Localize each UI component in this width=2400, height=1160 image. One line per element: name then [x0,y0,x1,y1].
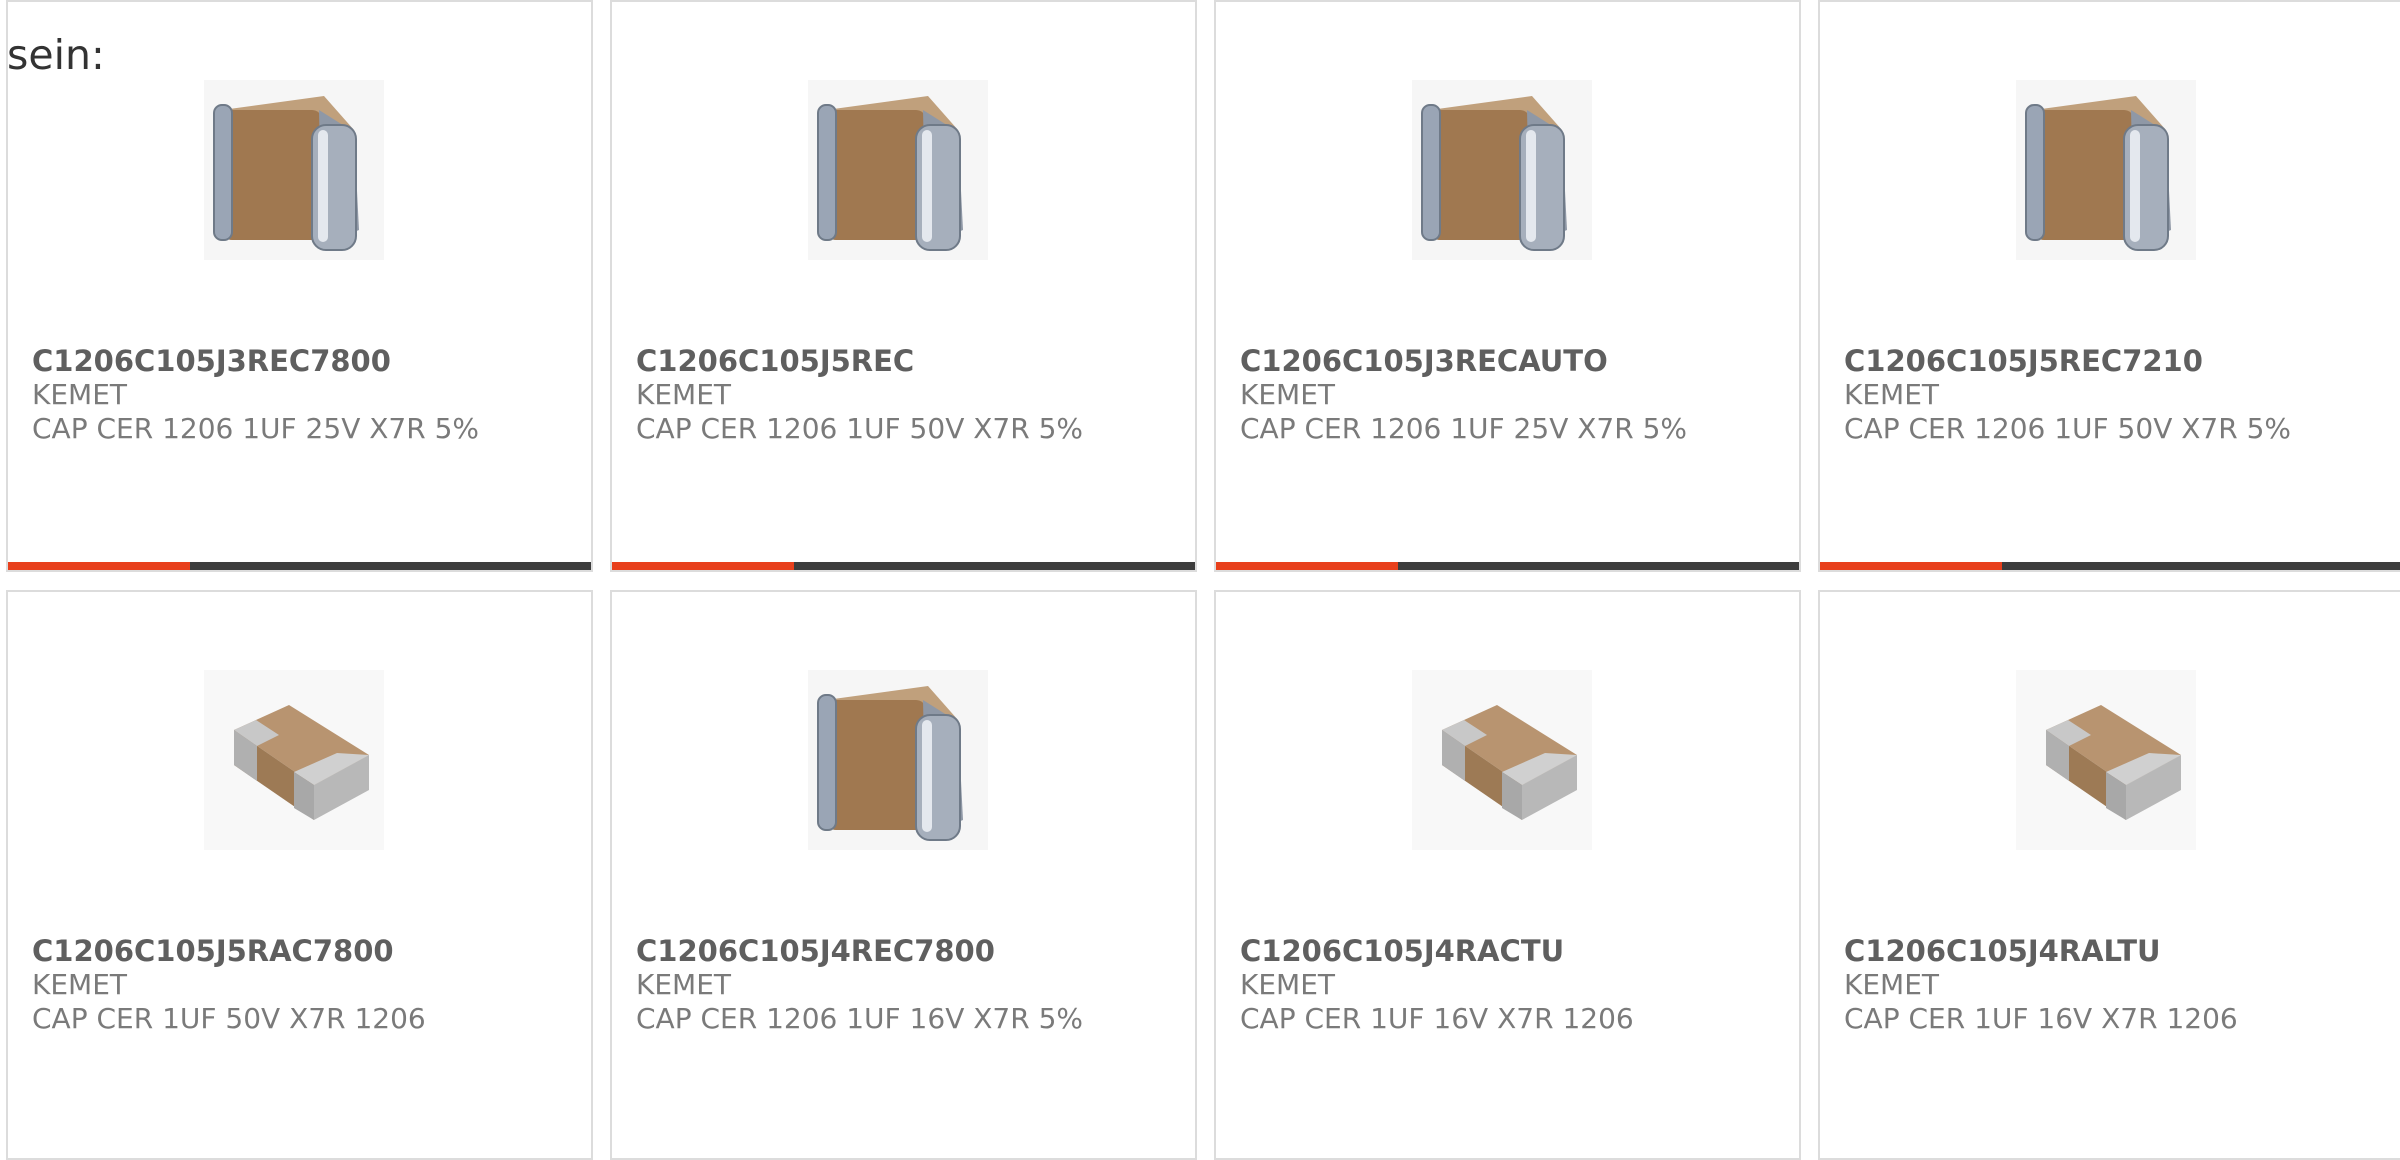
flat-capacitor-icon [1412,670,1592,850]
card-footer-accent [8,562,190,570]
card-footer-bar [8,562,591,570]
product-card[interactable]: C1206C105J5REC KEMET CAP CER 1206 1UF 50… [610,0,1197,572]
capacitor-image [2006,660,2206,860]
card-footer-bar [1216,562,1799,570]
tall-capacitor-icon [808,80,988,260]
capacitor-image [1402,660,1602,860]
tall-capacitor-icon [2016,80,2196,260]
capacitor-image [194,70,394,270]
flat-capacitor-icon [2016,670,2196,850]
card-footer-accent [1820,562,2002,570]
description: CAP CER 1206 1UF 25V X7R 5% [1240,412,1688,445]
capacitor-image [194,660,394,860]
tall-capacitor-icon [204,80,384,260]
part-number[interactable]: C1206C105J5REC7210 [1844,343,2393,379]
card-footer-accent [1216,562,1398,570]
card-footer-bar [1820,562,2400,570]
manufacturer: KEMET [636,378,732,411]
capacitor-image [1402,70,1602,270]
capacitor-image [2006,70,2206,270]
flat-capacitor-icon [204,670,384,850]
product-card[interactable]: C1206C105J3RECAUTO KEMET CAP CER 1206 1U… [1214,0,1801,572]
tall-capacitor-icon [808,670,988,850]
description: CAP CER 1206 1UF 50V X7R 5% [636,412,1084,445]
product-card[interactable]: C1206C105J3REC7800 KEMET CAP CER 1206 1U… [6,0,593,572]
card-footer-accent [612,562,794,570]
capacitor-image [798,70,998,270]
part-number[interactable]: C1206C105J4RALTU [1844,933,2393,969]
product-card[interactable]: C1206C105J4REC7800 KEMET CAP CER 1206 1U… [610,590,1197,1160]
description: CAP CER 1UF 16V X7R 1206 [1844,1002,2238,1035]
part-number[interactable]: C1206C105J4RACTU [1240,933,1789,969]
manufacturer: KEMET [636,968,732,1001]
product-card[interactable]: C1206C105J4RACTU KEMET CAP CER 1UF 16V X… [1214,590,1801,1160]
product-card[interactable]: C1206C105J5REC7210 KEMET CAP CER 1206 1U… [1818,0,2400,572]
manufacturer: KEMET [32,378,128,411]
product-card[interactable]: C1206C105J5RAC7800 KEMET CAP CER 1UF 50V… [6,590,593,1160]
part-number[interactable]: C1206C105J3RECAUTO [1240,343,1789,379]
capacitor-image [798,660,998,860]
manufacturer: KEMET [1844,968,1940,1001]
description: CAP CER 1UF 50V X7R 1206 [32,1002,426,1035]
part-number[interactable]: C1206C105J5RAC7800 [32,933,581,969]
part-number[interactable]: C1206C105J3REC7800 [32,343,581,379]
intro-text: sein: [7,31,105,79]
manufacturer: KEMET [1240,968,1336,1001]
description: CAP CER 1206 1UF 16V X7R 5% [636,1002,1084,1035]
description: CAP CER 1206 1UF 50V X7R 5% [1844,412,2292,445]
product-card[interactable]: C1206C105J4RALTU KEMET CAP CER 1UF 16V X… [1818,590,2400,1160]
manufacturer: KEMET [1240,378,1336,411]
manufacturer: KEMET [1844,378,1940,411]
manufacturer: KEMET [32,968,128,1001]
description: CAP CER 1206 1UF 25V X7R 5% [32,412,480,445]
description: CAP CER 1UF 16V X7R 1206 [1240,1002,1634,1035]
tall-capacitor-icon [1412,80,1592,260]
part-number[interactable]: C1206C105J4REC7800 [636,933,1185,969]
part-number[interactable]: C1206C105J5REC [636,343,1185,379]
card-footer-bar [612,562,1195,570]
